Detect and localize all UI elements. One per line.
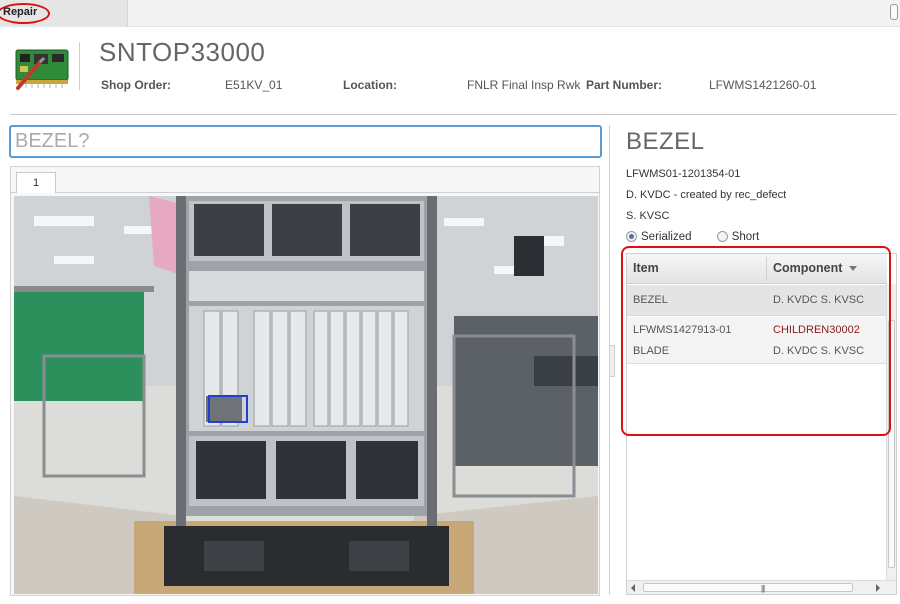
radio-serialized[interactable]: Serialized	[626, 231, 695, 243]
part-number-value: LFWMS1421260-01	[709, 78, 817, 92]
header-divider	[10, 114, 897, 115]
horizontal-scroll-thumb[interactable]: |||	[643, 583, 853, 593]
detail-defect-code: D. KVDC - created by rec_defect	[626, 189, 787, 201]
shop-order-label: Shop Order:	[101, 78, 172, 92]
view-mode-radios: Serialized Short	[626, 231, 759, 243]
annotation-oval	[0, 3, 50, 24]
radio-serialized-indicator[interactable]	[626, 231, 637, 242]
equipment-photo	[14, 196, 598, 594]
top-tab-bar: Repair	[0, 0, 900, 27]
tab-repair[interactable]: Repair	[0, 0, 128, 27]
splitter-handle[interactable]	[609, 345, 615, 377]
image-tab-1[interactable]: 1	[16, 172, 56, 193]
detail-title: BEZEL	[626, 128, 705, 155]
header-separator	[79, 42, 80, 90]
annotation-highlight-box	[621, 246, 891, 436]
window-handle-icon[interactable]	[890, 4, 898, 20]
detail-part-number: LFWMS01-1201354-01	[626, 168, 741, 180]
radio-short[interactable]: Short	[716, 231, 760, 243]
scroll-right-icon[interactable]	[876, 584, 880, 592]
scan-input[interactable]	[9, 125, 602, 158]
detail-symptom-code: S. KVSC	[626, 210, 670, 222]
horizontal-scrollbar[interactable]: |||	[627, 580, 896, 594]
location-value: FNLR Final Insp Rwk	[467, 78, 581, 92]
radio-short-indicator[interactable]	[716, 231, 728, 242]
image-panel: 1	[10, 166, 600, 596]
radio-short-label: Short	[731, 231, 760, 243]
part-number-label: Part Number:	[586, 78, 663, 92]
radio-serialized-label: Serialized	[641, 231, 692, 243]
circuit-board-icon	[10, 40, 72, 92]
shop-order-value: E51KV_01	[225, 78, 283, 92]
location-label: Location:	[343, 78, 397, 92]
scroll-grip-icon: |||	[761, 584, 765, 593]
page-title: SNTOP33000	[99, 37, 266, 67]
scroll-left-icon[interactable]	[631, 584, 635, 592]
image-tab-strip: 1	[11, 167, 599, 193]
